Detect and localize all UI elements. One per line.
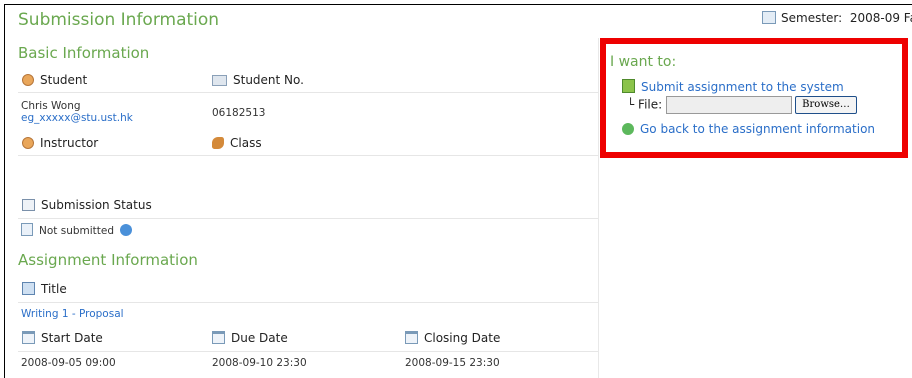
student-email-link[interactable]: eg_xxxxx@stu.ust.hk: [21, 112, 133, 124]
instructor-label: Instructor: [40, 136, 99, 150]
instructor-label-cell: Instructor: [22, 136, 98, 150]
calendar-icon: [212, 331, 225, 344]
file-input[interactable]: [666, 96, 793, 114]
help-icon[interactable]: [120, 224, 133, 236]
closing-date-label: Closing Date: [424, 331, 501, 345]
file-row: └ File: Browse…: [627, 96, 857, 114]
go-back-icon: [622, 123, 634, 135]
assignment-info-heading: Assignment Information: [18, 251, 198, 269]
assignment-title-link[interactable]: Writing 1 - Proposal: [21, 308, 124, 320]
basic-info-heading: Basic Information: [18, 44, 150, 62]
due-date-label-cell: Due Date: [212, 331, 288, 345]
actions-panel: I want to: Submit assignment to the syst…: [600, 38, 908, 158]
submission-status-label-cell: Submission Status: [22, 198, 152, 212]
title-label: Title: [41, 282, 67, 296]
go-back-label[interactable]: Go back to the assignment information: [640, 122, 875, 136]
actions-heading: I want to:: [610, 54, 677, 70]
window-border-left: [4, 4, 5, 378]
submission-status-value: Not submitted: [39, 225, 115, 237]
id-card-icon: [212, 75, 227, 86]
semester-value: 2008-09 Fal: [849, 11, 912, 25]
divider: [18, 92, 598, 93]
calendar-icon: [762, 11, 776, 24]
semester-label: Semester:: [781, 11, 843, 25]
student-name: Chris Wong: [21, 100, 81, 112]
due-date-value: 2008-09-10 23:30: [212, 357, 307, 369]
closing-date-value: 2008-09-15 23:30: [405, 357, 500, 369]
student-no-label: Student No.: [233, 73, 304, 87]
document-icon: [21, 223, 33, 236]
semester-display: Semester: 2008-09 Fal: [762, 11, 912, 25]
column-divider: [598, 38, 599, 378]
title-icon: [22, 282, 35, 295]
divider: [18, 155, 598, 156]
submission-status-cell: Not submitted: [21, 223, 133, 237]
title-label-cell: Title: [22, 282, 67, 296]
go-back-link[interactable]: Go back to the assignment information: [622, 122, 875, 136]
start-date-label: Start Date: [41, 331, 103, 345]
person-icon: [22, 74, 34, 86]
start-date-value: 2008-09-05 09:00: [21, 357, 116, 369]
class-icon: [212, 137, 224, 149]
status-icon: [22, 199, 35, 211]
file-label: └ File:: [627, 97, 663, 112]
person-icon: [22, 137, 34, 149]
divider: [18, 351, 598, 352]
student-no-label-cell: Student No.: [212, 73, 304, 87]
upload-icon: [622, 79, 635, 93]
calendar-icon: [22, 331, 35, 344]
divider: [18, 302, 598, 303]
student-label: Student: [40, 73, 88, 87]
student-no-value: 06182513: [212, 107, 266, 119]
window-border-top: [4, 4, 912, 5]
calendar-icon: [405, 331, 418, 344]
submit-assignment-link[interactable]: Submit assignment to the system: [622, 79, 844, 94]
page-title: Submission Information: [18, 10, 220, 30]
browse-button[interactable]: Browse…: [795, 96, 857, 114]
start-date-label-cell: Start Date: [22, 331, 103, 345]
class-label-cell: Class: [212, 136, 262, 150]
student-label-cell: Student: [22, 73, 87, 87]
closing-date-label-cell: Closing Date: [405, 331, 500, 345]
class-label: Class: [230, 136, 262, 150]
divider: [18, 218, 598, 219]
due-date-label: Due Date: [231, 331, 288, 345]
submit-assignment-label[interactable]: Submit assignment to the system: [641, 80, 844, 94]
submission-status-label: Submission Status: [41, 198, 152, 212]
